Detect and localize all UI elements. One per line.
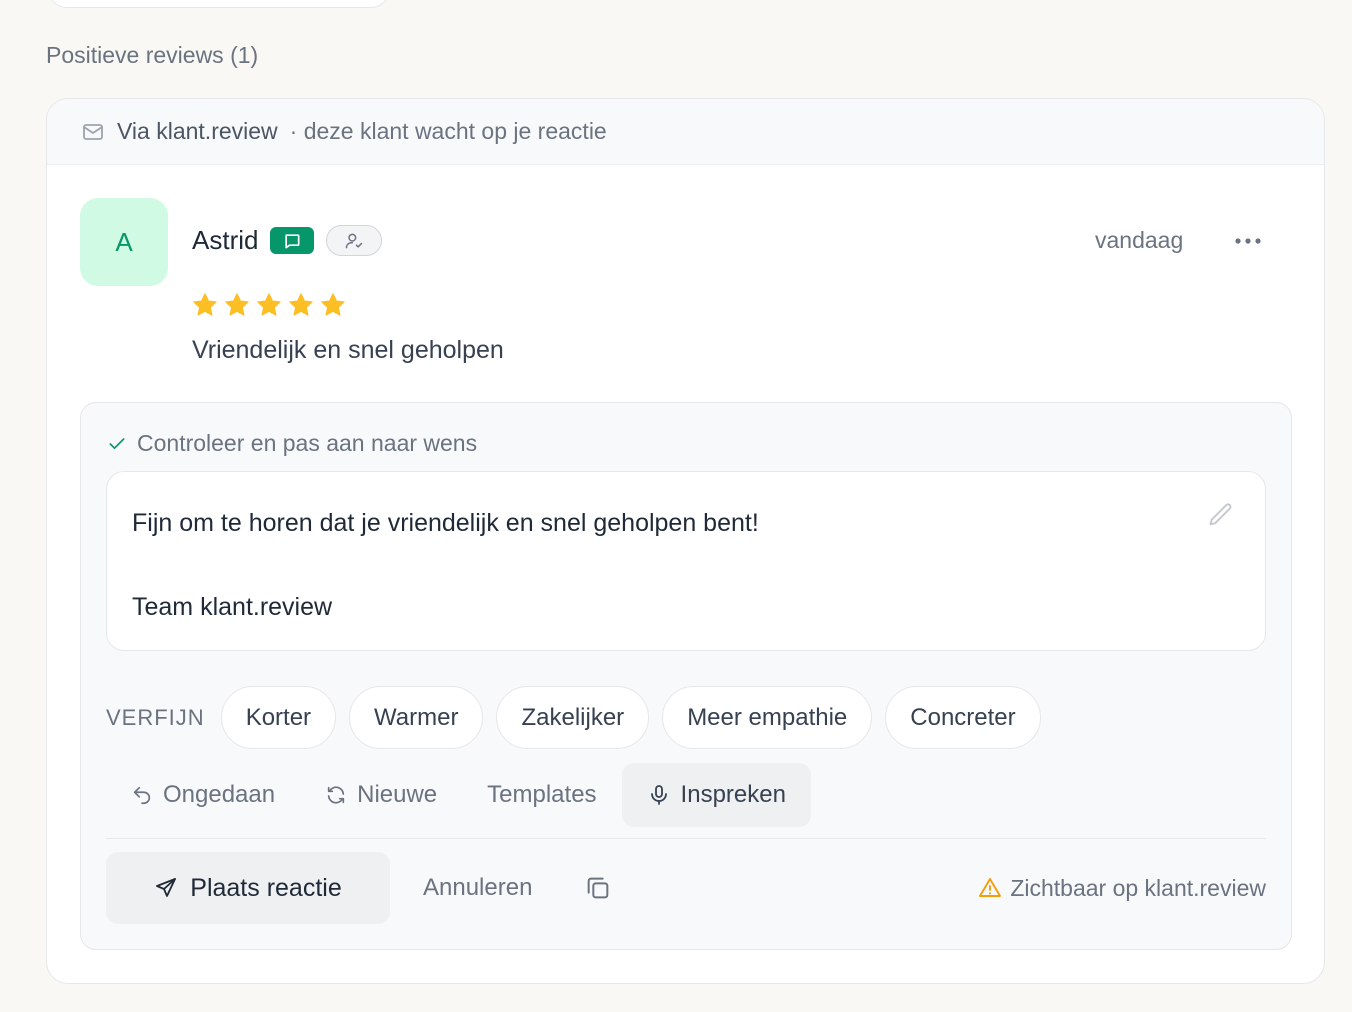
refine-chip-concreter[interactable]: Concreter (885, 686, 1041, 749)
dictate-label: Inspreken (680, 781, 786, 808)
card-header: Via klant.review · deze klant wacht op j… (47, 99, 1324, 165)
user-check-icon (346, 233, 363, 248)
action-row: Plaats reactie Annuleren Zichtbaar op kl… (106, 852, 1266, 924)
refine-label: VERFIJN (106, 704, 205, 730)
copy-icon (588, 877, 609, 899)
undo-button[interactable]: Ongedaan (106, 763, 300, 827)
dictate-button[interactable]: Inspreken (621, 763, 811, 827)
status-text: · deze klant wacht op je reactie (289, 118, 607, 144)
star-rating (191, 291, 347, 319)
copy-button[interactable] (584, 874, 612, 902)
star-icon (257, 293, 281, 316)
tool-row: Ongedaan Nieuwe Templates Inspreken (106, 763, 811, 827)
warning-icon (979, 878, 1002, 897)
microphone-icon (650, 785, 667, 805)
templates-label: Templates (487, 781, 597, 808)
undo-label: Ongedaan (163, 781, 276, 808)
comment-badge (270, 227, 315, 254)
divider (106, 838, 1266, 839)
refine-chip-zakelijker[interactable]: Zakelijker (496, 686, 650, 749)
check-label: Controleer en pas aan naar wens (137, 430, 478, 456)
refresh-icon (327, 786, 345, 804)
send-icon (156, 878, 177, 897)
post-reply-button[interactable]: Plaats reactie (106, 852, 390, 924)
reviewer-name: Astrid (192, 225, 259, 255)
visibility-label: Zichtbaar op klant.review (1010, 874, 1266, 901)
cancel-button[interactable]: Annuleren (423, 874, 532, 902)
reply-editor[interactable]: Fijn om te horen dat je vriendelijk en s… (106, 471, 1266, 651)
visibility-notice: Zichtbaar op klant.review (978, 875, 1266, 902)
undo-icon (133, 786, 151, 805)
star-icon (289, 293, 313, 316)
review-date: vandaag (1095, 227, 1184, 253)
source-label: Via klant.review (117, 118, 278, 144)
review-card: Via klant.review · deze klant wacht op j… (46, 98, 1325, 984)
refine-chip-korter[interactable]: Korter (220, 686, 337, 749)
refine-chip-warmer[interactable]: Warmer (349, 686, 484, 749)
templates-button[interactable]: Templates (462, 763, 621, 827)
refine-row: VERFIJN Korter Warmer Zakelijker Meer em… (106, 686, 1054, 749)
message-icon (285, 233, 300, 248)
previous-element-stub (48, 0, 390, 8)
pencil-icon[interactable] (1207, 500, 1235, 542)
regenerate-button[interactable]: Nieuwe (300, 763, 462, 827)
star-icon (321, 293, 345, 316)
reply-panel: Controleer en pas aan naar wens Fijn om … (80, 402, 1292, 950)
customer-badge[interactable] (326, 225, 383, 256)
avatar-initial: A (115, 226, 133, 257)
regenerate-label: Nieuwe (357, 781, 438, 808)
post-reply-label: Plaats reactie (190, 873, 342, 902)
refine-chip-meer-empathie[interactable]: Meer empathie (662, 686, 873, 749)
check-icon (109, 437, 125, 449)
more-options-button[interactable] (1233, 229, 1263, 253)
avatar: A (80, 198, 168, 286)
mail-icon (83, 123, 103, 140)
more-horizontal-icon (1235, 238, 1261, 244)
section-title: Positieve reviews (1) (46, 42, 259, 68)
star-icon (225, 293, 249, 316)
check-row: Controleer en pas aan naar wens (107, 430, 477, 457)
reply-line-2: Team klant.review (132, 593, 333, 621)
star-icon (193, 293, 217, 316)
reply-line-1: Fijn om te horen dat je vriendelijk en s… (132, 509, 759, 537)
review-text: Vriendelijk en snel geholpen (192, 336, 504, 364)
reviewer-row: Astrid (192, 225, 383, 256)
